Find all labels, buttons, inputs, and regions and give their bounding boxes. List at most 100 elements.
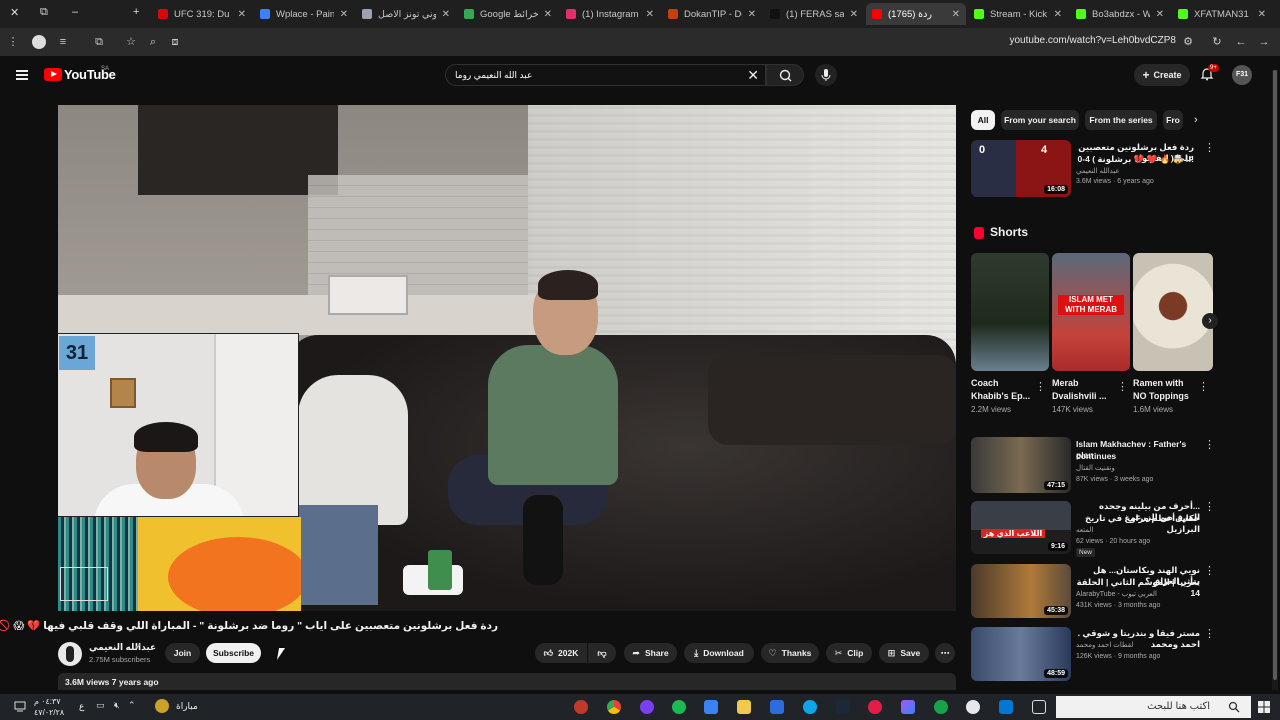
thanks-button[interactable]: ♡ Thanks	[761, 643, 819, 663]
video-2-more-icon[interactable]: ⋮	[1204, 502, 1215, 513]
video-thumbnail-3[interactable]: 45:38	[971, 564, 1071, 618]
channel-avatar[interactable]	[58, 642, 82, 666]
short-3-more-icon[interactable]: ⋮	[1198, 382, 1209, 393]
reading-list-icon[interactable]: ≡	[56, 35, 70, 49]
browser-tab[interactable]: DokanTIP - Do ✕	[662, 3, 762, 25]
app-icon-1[interactable]	[574, 700, 588, 714]
outlook-icon[interactable]	[999, 700, 1013, 714]
file-explorer-icon[interactable]	[737, 700, 751, 714]
discord-icon[interactable]	[640, 700, 654, 714]
share-button[interactable]: ➦ Share	[624, 643, 677, 663]
search-query[interactable]: عبد الله النعيمي روما	[455, 70, 532, 81]
chrome-icon[interactable]	[607, 700, 621, 714]
browser-tab[interactable]: لوني تونز الاصل ✕	[356, 3, 456, 25]
search-button[interactable]	[766, 64, 804, 86]
browser-tab[interactable]: (1) FERAS sa ✕	[764, 3, 864, 25]
dislike-button[interactable]: 👎︎	[588, 643, 616, 663]
forward-icon[interactable]: →	[1257, 35, 1271, 49]
browser-tab[interactable]: UFC 319: Du Pl✕	[152, 3, 252, 25]
task-view-icon[interactable]	[1032, 700, 1046, 714]
profile-icon[interactable]	[32, 35, 46, 49]
short-thumbnail-1[interactable]	[971, 253, 1049, 371]
browser-tab[interactable]: Google خرائط ✕	[458, 3, 558, 25]
video-channel-4[interactable]: لقطات احمد ومحمد	[1076, 641, 1136, 649]
download-button[interactable]: ⤓ Download	[684, 643, 754, 663]
tab-close-icon[interactable]: ✕	[844, 9, 858, 20]
more-vert-icon[interactable]: ⋮	[1204, 143, 1215, 154]
reload-icon[interactable]: ↻	[1210, 35, 1224, 49]
browser-tab[interactable]: Stream - Kick l ✕	[968, 3, 1068, 25]
video-3-more-icon[interactable]: ⋮	[1204, 566, 1215, 577]
short-title-1-l1[interactable]: Coach	[971, 377, 999, 390]
video-thumbnail-2[interactable]: اللاعب الذي هز 9:16	[971, 501, 1071, 554]
app-icon-7[interactable]	[770, 700, 784, 714]
close-window-icon[interactable]: ✕	[10, 6, 19, 19]
short-2-more-icon[interactable]: ⋮	[1117, 382, 1128, 393]
short-thumbnail-2[interactable]: ISLAM MET WITH MERAB	[1052, 253, 1130, 371]
related-video-thumbnail[interactable]: 0 4 16:08	[971, 140, 1071, 197]
like-button[interactable]: 👍︎ 202K	[535, 643, 587, 663]
taskbar-clock[interactable]: ٠٤:٣٧ م ٤٧/٠٢/٢٨	[34, 696, 64, 718]
url-text[interactable]: youtube.com/watch?v=Leh0bvdCZP8	[1010, 35, 1177, 46]
save-button[interactable]: ⊞ Save	[879, 643, 929, 663]
tab-close-icon[interactable]: ✕	[742, 9, 756, 20]
youtube-logo-icon[interactable]	[44, 68, 62, 81]
zoom-icon[interactable]: ⌕	[146, 35, 160, 49]
browser-tab[interactable]: Bo3abdzx - W ✕	[1070, 3, 1170, 25]
short-title-2-l1[interactable]: Merab	[1052, 377, 1079, 390]
short-title-3-l2[interactable]: NO Toppings	[1133, 390, 1189, 403]
tray-overflow-icon[interactable]: ⌃	[128, 700, 136, 711]
app-icon-13[interactable]	[966, 700, 980, 714]
short-title-2-l2[interactable]: Dvalishvili ...	[1052, 390, 1107, 403]
browser-tab[interactable]: Wplace - Paint ✕	[254, 3, 354, 25]
more-actions-button[interactable]: ⋯	[935, 643, 955, 663]
chip-from-your-search[interactable]: From your search	[1001, 110, 1079, 130]
join-button[interactable]: Join	[165, 643, 200, 663]
create-button[interactable]: + Create	[1134, 64, 1190, 86]
app-icon-10[interactable]	[868, 700, 882, 714]
description-box[interactable]: 3.6M views 7 years ago	[58, 673, 956, 690]
weather-text[interactable]: مباراة	[176, 701, 198, 712]
new-tab-icon[interactable]: +	[133, 6, 139, 18]
tab-close-icon[interactable]: ✕	[1048, 9, 1062, 20]
video-thumbnail-4[interactable]: 48:59	[971, 627, 1071, 681]
browser-tab[interactable]: (1) Instagram ✕	[560, 3, 660, 25]
video-1-more-icon[interactable]: ⋮	[1204, 440, 1215, 451]
video-channel-3[interactable]: AlarabyTube - العربي تيوب	[1076, 590, 1166, 598]
chevron-right-icon[interactable]: ›	[1194, 114, 1198, 126]
guide-menu-icon[interactable]	[16, 70, 28, 80]
voice-search-button[interactable]	[815, 64, 837, 86]
back-icon[interactable]: ←	[1234, 35, 1248, 49]
network-icon[interactable]: ▭	[96, 700, 105, 711]
tab-close-icon[interactable]: ✕	[538, 9, 552, 20]
video-4-more-icon[interactable]: ⋮	[1204, 629, 1215, 640]
xbox-icon[interactable]	[934, 700, 948, 714]
channel-name[interactable]: عبدالله النعيمي	[89, 642, 156, 653]
shorts-next-icon[interactable]: ›	[1202, 313, 1218, 329]
browser-tab[interactable]: (1765) ردة ✕	[866, 3, 966, 25]
tab-close-icon[interactable]: ✕	[1150, 9, 1164, 20]
menu-dots-icon[interactable]: ⋮	[6, 35, 20, 49]
browser-tab[interactable]: XFATMAN31 St✕	[1172, 3, 1272, 25]
tab-close-icon[interactable]: ✕	[946, 9, 960, 20]
steam-icon[interactable]	[836, 700, 850, 714]
short-title-3-l1[interactable]: Ramen with	[1133, 377, 1184, 390]
taskbar-search-placeholder[interactable]: اكتب هنا للبحث	[1100, 701, 1210, 712]
tab-close-icon[interactable]: ✕	[436, 9, 450, 20]
clear-search-icon[interactable]: ✕	[747, 67, 759, 84]
video-player[interactable]: 31	[58, 105, 956, 611]
notification-center-icon[interactable]	[14, 700, 26, 712]
edge-icon[interactable]	[803, 700, 817, 714]
store-icon[interactable]	[704, 700, 718, 714]
search-input[interactable]: عبد الله النعيمي روما ✕	[445, 64, 766, 86]
tab-close-icon[interactable]: ✕	[232, 9, 246, 20]
short-title-1-l2[interactable]: Khabib's Ep...	[971, 390, 1030, 403]
clip-button[interactable]: ✂ Clip	[826, 643, 872, 663]
tab-close-icon[interactable]: ✕	[334, 9, 348, 20]
video-channel-1[interactable]: ونقنيت القتال	[1076, 464, 1126, 472]
app-icon-11[interactable]	[901, 700, 915, 714]
install-app-icon[interactable]: ⧈	[168, 35, 182, 49]
chip-from-the-series[interactable]: From the series	[1085, 110, 1157, 130]
minimize-icon[interactable]: –	[72, 6, 78, 18]
short-1-more-icon[interactable]: ⋮	[1035, 382, 1046, 393]
